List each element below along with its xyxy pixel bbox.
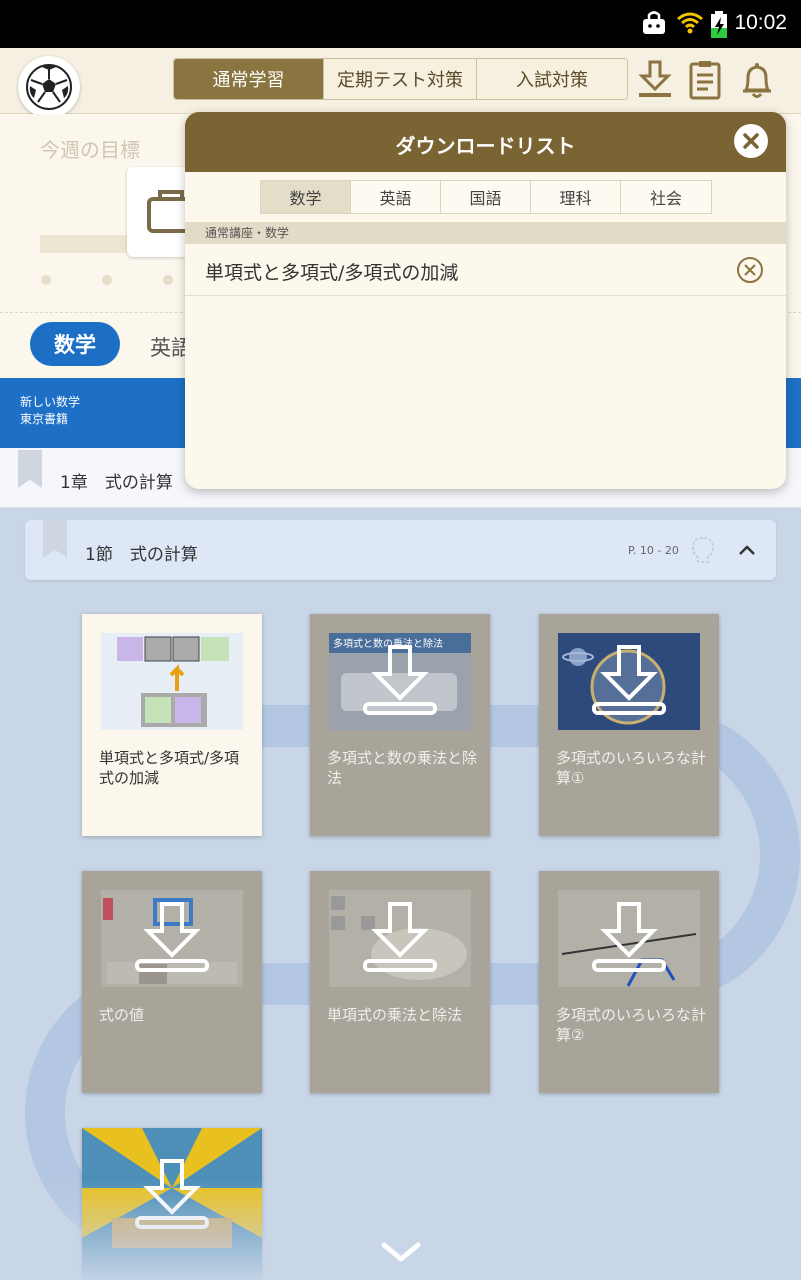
weekly-goal-title: 今週の目標 <box>40 138 140 162</box>
bell-icon[interactable] <box>740 60 774 100</box>
chevron-down-icon[interactable] <box>380 1240 422 1264</box>
lesson-card[interactable]: 単項式の乗法と除法 <box>310 871 490 1093</box>
download-icon[interactable] <box>589 644 669 716</box>
soccer-ball-icon[interactable] <box>18 56 80 118</box>
tab-periodic-test[interactable]: 定期テスト対策 <box>324 59 477 99</box>
lesson-thumbnail <box>101 633 243 730</box>
mode-tabs: 通常学習 定期テスト対策 入試対策 <box>173 58 628 100</box>
goal-dot <box>102 275 112 285</box>
lesson-card[interactable]: 式の値 <box>82 871 262 1093</box>
lesson-card[interactable]: 多項式のいろいろな計算② <box>539 871 719 1093</box>
chevron-up-icon[interactable] <box>737 542 757 558</box>
lesson-title: 多項式のいろいろな計算① <box>556 749 707 787</box>
lesson-title: 単項式と多項式/多項式の加減 <box>99 749 240 787</box>
app-header: 通常学習 定期テスト対策 入試対策 <box>0 48 801 118</box>
lesson-card[interactable]: 多項式のいろいろな計算① <box>539 614 719 836</box>
wifi-icon <box>677 12 703 34</box>
subject-tab-math[interactable]: 数学 <box>30 322 120 366</box>
lesson-title: 多項式と数の乗法と除法 <box>327 749 478 787</box>
close-button[interactable] <box>734 124 768 158</box>
battery-charging-icon <box>711 11 727 38</box>
download-icon[interactable] <box>589 901 669 973</box>
textbook-publisher: 東京書籍 <box>20 412 69 426</box>
download-icon[interactable] <box>132 901 212 973</box>
section-label: 1節 式の計算 <box>85 545 198 565</box>
status-bar: 10:02 <box>0 0 801 48</box>
download-icon[interactable] <box>360 644 440 716</box>
modal-tab-math[interactable]: 数学 <box>261 181 351 213</box>
lesson-title: 多項式のいろいろな計算② <box>556 1006 707 1044</box>
modal-tab-japanese[interactable]: 国語 <box>441 181 531 213</box>
bag-icon <box>643 11 665 34</box>
remove-icon[interactable] <box>736 256 764 284</box>
download-icon[interactable] <box>360 901 440 973</box>
bottom-fade <box>0 1180 801 1280</box>
chapter-label: 1章 式の計算 <box>60 473 173 493</box>
lesson-card[interactable]: 多項式と数の乗法と除法 多項式と数の乗法と除法 <box>310 614 490 836</box>
tab-entrance-exam[interactable]: 入試対策 <box>477 59 627 99</box>
modal-tab-social[interactable]: 社会 <box>621 181 711 213</box>
download-list-item[interactable]: 単項式と多項式/多項式の加減 <box>185 244 786 296</box>
goal-dot <box>163 275 173 285</box>
modal-header: ダウンロードリスト <box>185 112 786 172</box>
download-item-label: 単項式と多項式/多項式の加減 <box>205 262 459 284</box>
section-pages: P. 10 - 20 <box>628 544 679 557</box>
bookmark-icon[interactable] <box>18 450 42 488</box>
goal-dot <box>41 275 51 285</box>
download-group-header: 通常講座・数学 <box>185 222 786 244</box>
lightbulb-icon <box>691 536 715 563</box>
download-icon[interactable] <box>637 60 673 100</box>
modal-tab-science[interactable]: 理科 <box>531 181 621 213</box>
textbook-name: 新しい数学 <box>20 395 81 409</box>
clipboard-icon[interactable] <box>688 60 722 100</box>
section-row[interactable]: 1節 式の計算 P. 10 - 20 <box>25 520 776 580</box>
close-icon <box>743 133 759 149</box>
modal-title: ダウンロードリスト <box>395 134 576 158</box>
lesson-card[interactable]: 単項式と多項式/多項式の加減 <box>82 614 262 836</box>
bookmark-icon[interactable] <box>43 520 67 558</box>
clock: 10:02 <box>734 11 787 34</box>
modal-tab-english[interactable]: 英語 <box>351 181 441 213</box>
lesson-title: 単項式の乗法と除法 <box>327 1006 463 1024</box>
lesson-title: 式の値 <box>99 1006 145 1024</box>
tab-regular-study[interactable]: 通常学習 <box>174 59 324 99</box>
download-list-modal: ダウンロードリスト 数学 英語 国語 理科 社会 通常講座・数学 単項式と多項式… <box>185 112 786 489</box>
modal-subject-tabs: 数学 英語 国語 理科 社会 <box>260 180 712 214</box>
